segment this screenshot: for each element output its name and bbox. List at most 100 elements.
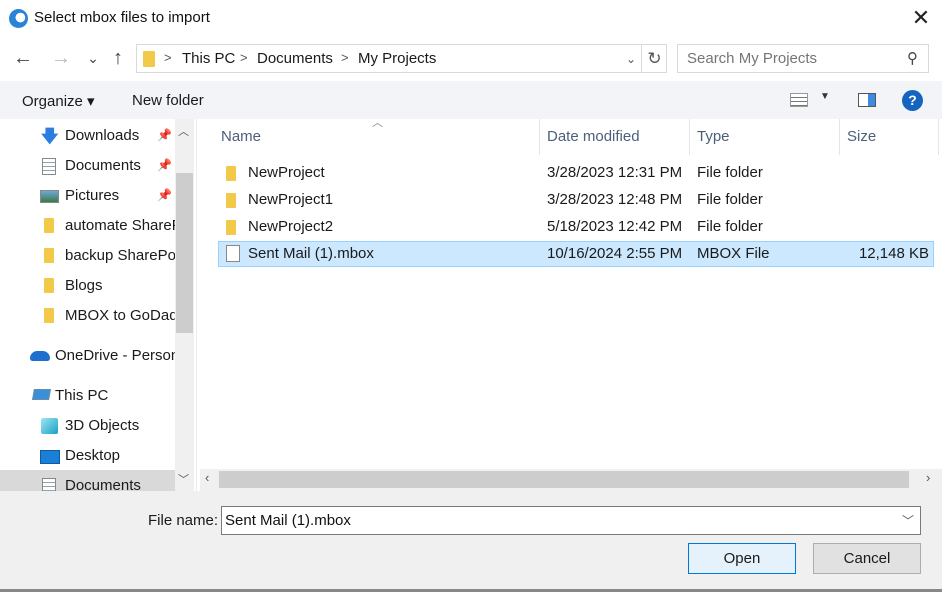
sidebar-item-3d-objects[interactable]: 3D Objects xyxy=(0,410,175,440)
file-type: MBOX File xyxy=(697,245,770,262)
cancel-button[interactable]: Cancel xyxy=(813,543,921,574)
folder-icon xyxy=(143,51,155,67)
sidebar-item-pictures[interactable]: Pictures 📌 xyxy=(0,180,175,210)
file-list-horizontal-scrollbar[interactable]: ‹ › xyxy=(200,469,942,491)
sidebar-item-this-pc[interactable]: This PC xyxy=(0,380,175,410)
column-header-date-modified[interactable]: Date modified xyxy=(547,128,640,145)
breadcrumb-documents[interactable]: Documents xyxy=(257,50,333,67)
search-box[interactable]: ⚲ xyxy=(677,44,929,73)
pin-icon: 📌 xyxy=(157,158,172,172)
organize-button[interactable]: Organize ▾ xyxy=(22,92,95,110)
column-divider[interactable] xyxy=(839,119,840,155)
documents-icon xyxy=(42,478,56,491)
column-divider[interactable] xyxy=(539,119,540,155)
file-name: NewProject xyxy=(248,164,325,181)
folder-icon xyxy=(44,218,54,233)
sidebar-item-mbox-to-godaddy[interactable]: MBOX to GoDaddy xyxy=(0,300,175,330)
pin-icon: 📌 xyxy=(157,128,172,142)
file-date: 5/18/2023 12:42 PM xyxy=(547,218,683,235)
file-type: File folder xyxy=(697,191,763,208)
sidebar-item-onedrive[interactable]: OneDrive - Personal xyxy=(0,340,175,370)
sidebar-item-documents-pc[interactable]: Documents xyxy=(0,470,175,491)
file-list: ︿ Name Date modified Type Size NewProjec… xyxy=(200,117,942,469)
file-row[interactable]: NewProject 3/28/2023 12:31 PM File folde… xyxy=(218,161,934,187)
breadcrumb-separator[interactable]: > xyxy=(240,50,248,65)
file-date: 3/28/2023 12:48 PM xyxy=(547,191,683,208)
scroll-down-icon[interactable]: ﹀ xyxy=(178,471,189,487)
search-input[interactable] xyxy=(678,45,898,72)
view-dropdown-icon[interactable]: ▼ xyxy=(820,91,830,102)
file-row[interactable]: NewProject2 5/18/2023 12:42 PM File fold… xyxy=(218,215,934,241)
sidebar-item-documents[interactable]: Documents 📌 xyxy=(0,150,175,180)
file-row-selected[interactable]: Sent Mail (1).mbox 10/16/2024 2:55 PM MB… xyxy=(218,241,934,267)
3d-objects-icon xyxy=(41,418,58,434)
sidebar-item-automate-sharepoint[interactable]: automate SharePoint xyxy=(0,210,175,240)
file-type: File folder xyxy=(697,164,763,181)
new-folder-button[interactable]: New folder xyxy=(132,92,204,109)
address-bar[interactable]: > This PC > Documents > My Projects ⌄ ↻ xyxy=(136,44,667,73)
file-icon xyxy=(226,245,240,262)
folder-icon xyxy=(44,308,54,323)
column-divider[interactable] xyxy=(938,119,939,155)
thunderbird-app-icon xyxy=(9,9,28,28)
column-divider[interactable] xyxy=(689,119,690,155)
file-type: File folder xyxy=(697,218,763,235)
breadcrumb-separator[interactable]: > xyxy=(341,50,349,65)
file-name: Sent Mail (1).mbox xyxy=(248,245,374,262)
up-arrow-icon[interactable]: ↑ xyxy=(107,45,129,71)
scroll-up-icon[interactable]: ︿ xyxy=(178,123,189,139)
file-name: NewProject1 xyxy=(248,191,334,208)
refresh-icon[interactable]: ↻ xyxy=(641,45,667,72)
file-date: 10/16/2024 2:55 PM xyxy=(547,245,683,262)
scroll-left-icon[interactable]: ‹ xyxy=(205,470,209,485)
scrollbar-thumb[interactable] xyxy=(176,173,193,333)
onedrive-icon xyxy=(30,351,50,361)
back-arrow-icon[interactable]: ← xyxy=(12,45,34,71)
close-button[interactable]: ✕ xyxy=(908,6,934,32)
folder-icon xyxy=(226,166,236,181)
folder-icon xyxy=(226,220,236,235)
pin-icon: 📌 xyxy=(157,188,172,202)
documents-icon xyxy=(42,158,56,175)
scroll-right-icon[interactable]: › xyxy=(926,470,930,485)
breadcrumb-this-pc[interactable]: This PC xyxy=(182,50,235,67)
breadcrumb-my-projects[interactable]: My Projects xyxy=(358,50,436,67)
view-options-icon[interactable] xyxy=(790,93,808,107)
column-header-name[interactable]: Name xyxy=(221,128,261,145)
file-name-input[interactable] xyxy=(222,507,892,534)
sidebar-item-downloads[interactable]: 🡇 Downloads 📌 xyxy=(0,120,175,150)
scrollbar-thumb[interactable] xyxy=(219,471,909,488)
sidebar-item-desktop[interactable]: Desktop xyxy=(0,440,175,470)
folder-icon xyxy=(44,278,54,293)
column-header-size[interactable]: Size xyxy=(847,128,876,145)
window-title: Select mbox files to import xyxy=(34,9,210,26)
file-name: NewProject2 xyxy=(248,218,334,235)
preview-pane-icon[interactable] xyxy=(858,93,876,107)
file-size: 12,148 KB xyxy=(858,245,929,262)
pc-icon xyxy=(32,389,51,400)
breadcrumb-separator[interactable]: > xyxy=(164,50,172,65)
navigation-pane: 🡇 Downloads 📌 Documents 📌 Pictures 📌 aut… xyxy=(0,119,175,491)
sidebar-item-backup-sharepoint[interactable]: backup SharePoint xyxy=(0,240,175,270)
file-date: 3/28/2023 12:31 PM xyxy=(547,164,683,181)
folder-icon xyxy=(226,193,236,208)
desktop-icon xyxy=(40,450,60,464)
forward-arrow-icon[interactable]: → xyxy=(50,45,72,71)
pane-divider[interactable] xyxy=(196,119,197,491)
sidebar-scrollbar[interactable]: ︿ ﹀ xyxy=(175,119,194,491)
pictures-icon xyxy=(40,190,59,203)
sidebar-item-blogs[interactable]: Blogs xyxy=(0,270,175,300)
file-row[interactable]: NewProject1 3/28/2023 12:48 PM File fold… xyxy=(218,188,934,214)
chevron-down-icon[interactable]: ﹀ xyxy=(902,512,914,529)
open-button[interactable]: Open xyxy=(688,543,796,574)
sort-ascending-icon: ︿ xyxy=(372,117,383,129)
file-name-combobox[interactable]: ﹀ xyxy=(221,506,921,535)
folder-icon xyxy=(44,248,54,263)
search-icon[interactable]: ⚲ xyxy=(907,49,918,67)
recent-locations-chevron-icon[interactable]: ⌄ xyxy=(82,45,104,71)
column-header-type[interactable]: Type xyxy=(697,128,730,145)
address-dropdown-icon[interactable]: ⌄ xyxy=(621,48,641,70)
download-icon: 🡇 xyxy=(41,127,59,146)
help-icon[interactable]: ? xyxy=(902,90,923,111)
file-name-label: File name: xyxy=(148,512,219,529)
